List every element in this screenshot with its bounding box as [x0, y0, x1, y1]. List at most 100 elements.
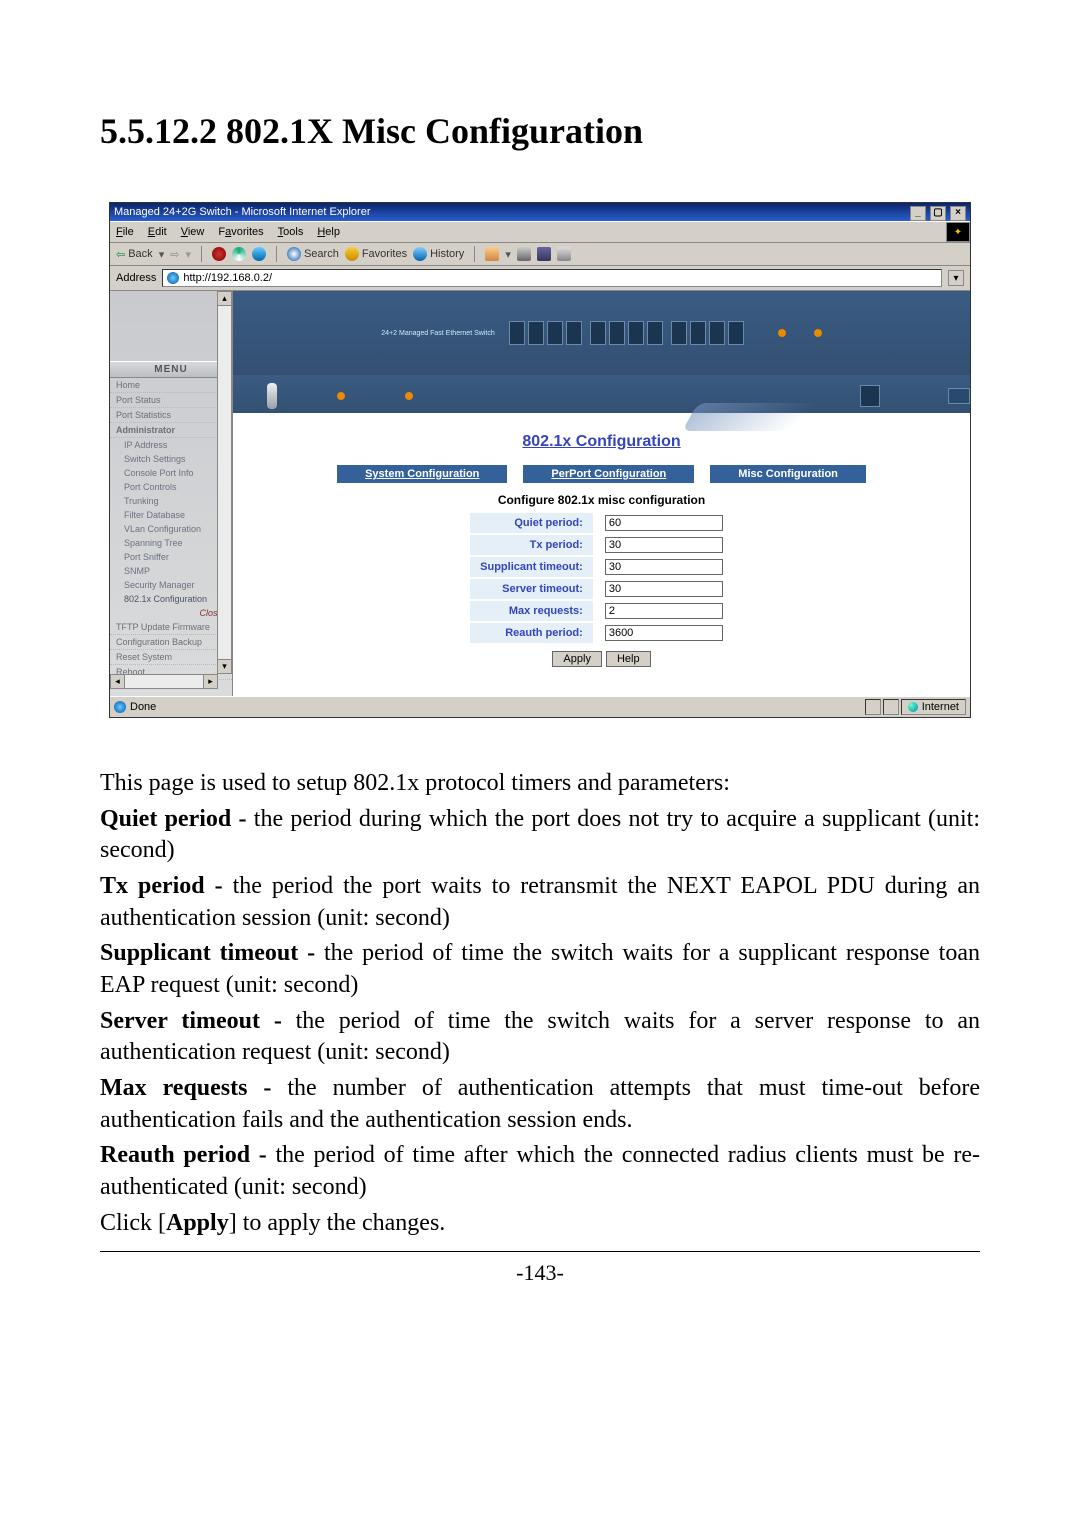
sidebar-sub-console[interactable]: Console Port Info	[110, 466, 232, 480]
desc-reauth-b: Reauth period -	[100, 1142, 276, 1168]
sidebar-sub-ip[interactable]: IP Address	[110, 438, 232, 452]
footer-rule	[100, 1251, 980, 1252]
sidebar-item-reset[interactable]: Reset System	[110, 650, 232, 665]
input-serv[interactable]	[605, 581, 723, 597]
stop-icon[interactable]	[212, 247, 226, 261]
menu-favorites[interactable]: Favorites	[218, 226, 263, 238]
tab-perport[interactable]: PerPort Configuration	[523, 465, 694, 483]
title-bar: Managed 24+2G Switch - Microsoft Interne…	[110, 203, 970, 221]
decoration-swoosh	[682, 403, 858, 431]
scroll-left-icon[interactable]: ◂	[110, 674, 125, 689]
sidebar: ▴ MENU Home Port Status Port Statistics …	[110, 291, 233, 696]
led-icon	[814, 329, 822, 337]
sidebar-sub-switch[interactable]: Switch Settings	[110, 452, 232, 466]
cylinder-icon	[267, 383, 277, 409]
sidebar-sub-sniffer[interactable]: Port Sniffer	[110, 550, 232, 564]
menu-edit[interactable]: Edit	[148, 226, 167, 238]
desc-click-c: ] to apply the changes.	[229, 1210, 446, 1236]
apply-button[interactable]: Apply	[552, 651, 602, 667]
menu-header: MENU	[110, 361, 232, 378]
address-input[interactable]: http://192.168.0.2/	[162, 269, 942, 287]
tab-misc[interactable]: Misc Configuration	[710, 465, 866, 483]
edit-icon[interactable]	[537, 247, 551, 261]
status-slot	[883, 699, 899, 715]
tab-system[interactable]: System Configuration	[337, 465, 507, 483]
window-title: Managed 24+2G Switch - Microsoft Interne…	[114, 203, 370, 221]
home-icon[interactable]	[252, 247, 266, 261]
sidebar-item-cfgbackup[interactable]: Configuration Backup	[110, 635, 232, 650]
input-maxreq[interactable]	[605, 603, 723, 619]
status-bar: Done Internet	[110, 696, 970, 717]
page-heading: 5.5.12.2 802.1X Misc Configuration	[100, 110, 980, 152]
menu-tools[interactable]: Tools	[278, 226, 304, 238]
close-button[interactable]: ×	[950, 206, 966, 221]
scrollbar-vertical[interactable]	[217, 305, 232, 674]
print-icon[interactable]	[517, 247, 531, 261]
desc-click-a: Click [	[100, 1210, 166, 1236]
description-text: This page is used to setup 802.1x protoc…	[100, 768, 980, 1239]
mail-icon[interactable]	[485, 247, 499, 261]
page-icon	[114, 701, 126, 713]
forward-button[interactable]: ⇨	[170, 248, 179, 261]
minimize-button[interactable]: _	[910, 206, 926, 221]
refresh-icon[interactable]	[232, 247, 246, 261]
scroll-down-icon[interactable]: ▾	[217, 659, 232, 674]
maximize-button[interactable]: ▢	[930, 206, 946, 221]
sidebar-sub-security[interactable]: Security Manager	[110, 578, 232, 592]
input-reauth[interactable]	[605, 625, 723, 641]
label-supp: Supplicant timeout:	[470, 557, 593, 577]
scrollbar-horizontal[interactable]	[124, 674, 204, 689]
sidebar-sub-filter[interactable]: Filter Database	[110, 508, 232, 522]
sidebar-sub-vlan[interactable]: VLan Configuration	[110, 522, 232, 536]
sidebar-sub-snmp[interactable]: SNMP	[110, 564, 232, 578]
sidebar-sub-trunking[interactable]: Trunking	[110, 494, 232, 508]
back-button[interactable]: ⇦ Back	[116, 248, 153, 261]
tab-row: System Configuration PerPort Configurati…	[233, 465, 970, 483]
help-button[interactable]: Help	[606, 651, 651, 667]
status-slot	[865, 699, 881, 715]
label-quiet: Quiet period:	[470, 513, 593, 533]
sidebar-close[interactable]: Close*	[110, 606, 232, 620]
menu-bar: File Edit View Favorites Tools Help	[110, 224, 346, 240]
menu-file[interactable]: File	[116, 226, 134, 238]
browser-window: Managed 24+2G Switch - Microsoft Interne…	[109, 202, 971, 718]
menu-help[interactable]: Help	[317, 226, 340, 238]
address-label: Address	[116, 272, 156, 284]
desc-tx-b: Tx period -	[100, 873, 233, 899]
address-dropdown[interactable]: ▾	[948, 270, 964, 286]
sidebar-item-administrator[interactable]: Administrator	[110, 423, 232, 438]
scroll-right-icon[interactable]: ▸	[203, 674, 218, 689]
label-tx: Tx period:	[470, 535, 593, 555]
sidebar-item-port-status[interactable]: Port Status	[110, 393, 232, 408]
config-table: Quiet period: Tx period: Supplicant time…	[468, 511, 735, 645]
input-quiet[interactable]	[605, 515, 723, 531]
sidebar-item-tftp[interactable]: TFTP Update Firmware	[110, 620, 232, 635]
search-button[interactable]: Search	[287, 247, 339, 261]
desc-maxreq-b: Max requests -	[100, 1075, 287, 1101]
config-title: 802.1x Configuration	[233, 433, 970, 451]
sidebar-item-home[interactable]: Home	[110, 378, 232, 393]
scroll-up-icon[interactable]: ▴	[217, 291, 232, 306]
device-banner-lower	[233, 375, 970, 413]
led-icon	[337, 392, 345, 400]
label-maxreq: Max requests:	[470, 601, 593, 621]
desc-p1: This page is used to setup 802.1x protoc…	[100, 768, 980, 800]
input-tx[interactable]	[605, 537, 723, 553]
label-reauth: Reauth period:	[470, 623, 593, 643]
page-number: -143-	[100, 1260, 980, 1286]
discuss-icon[interactable]	[557, 247, 571, 261]
led-icon	[405, 392, 413, 400]
input-supp[interactable]	[605, 559, 723, 575]
favorites-button[interactable]: Favorites	[345, 247, 407, 261]
sidebar-sub-spanning[interactable]: Spanning Tree	[110, 536, 232, 550]
main-content: 24+2 Managed Fast Ethernet Switch	[233, 291, 970, 696]
device-banner: 24+2 Managed Fast Ethernet Switch	[233, 291, 970, 375]
sidebar-item-port-statistics[interactable]: Port Statistics	[110, 408, 232, 423]
globe-icon	[908, 702, 918, 712]
sidebar-sub-8021x[interactable]: 802.1x Configuration	[110, 592, 232, 606]
ie-logo-icon: ✦	[946, 222, 970, 242]
history-button[interactable]: History	[413, 247, 464, 261]
menu-view[interactable]: View	[181, 226, 205, 238]
sidebar-sub-portctrl[interactable]: Port Controls	[110, 480, 232, 494]
desc-quiet-b: Quiet period -	[100, 806, 254, 832]
